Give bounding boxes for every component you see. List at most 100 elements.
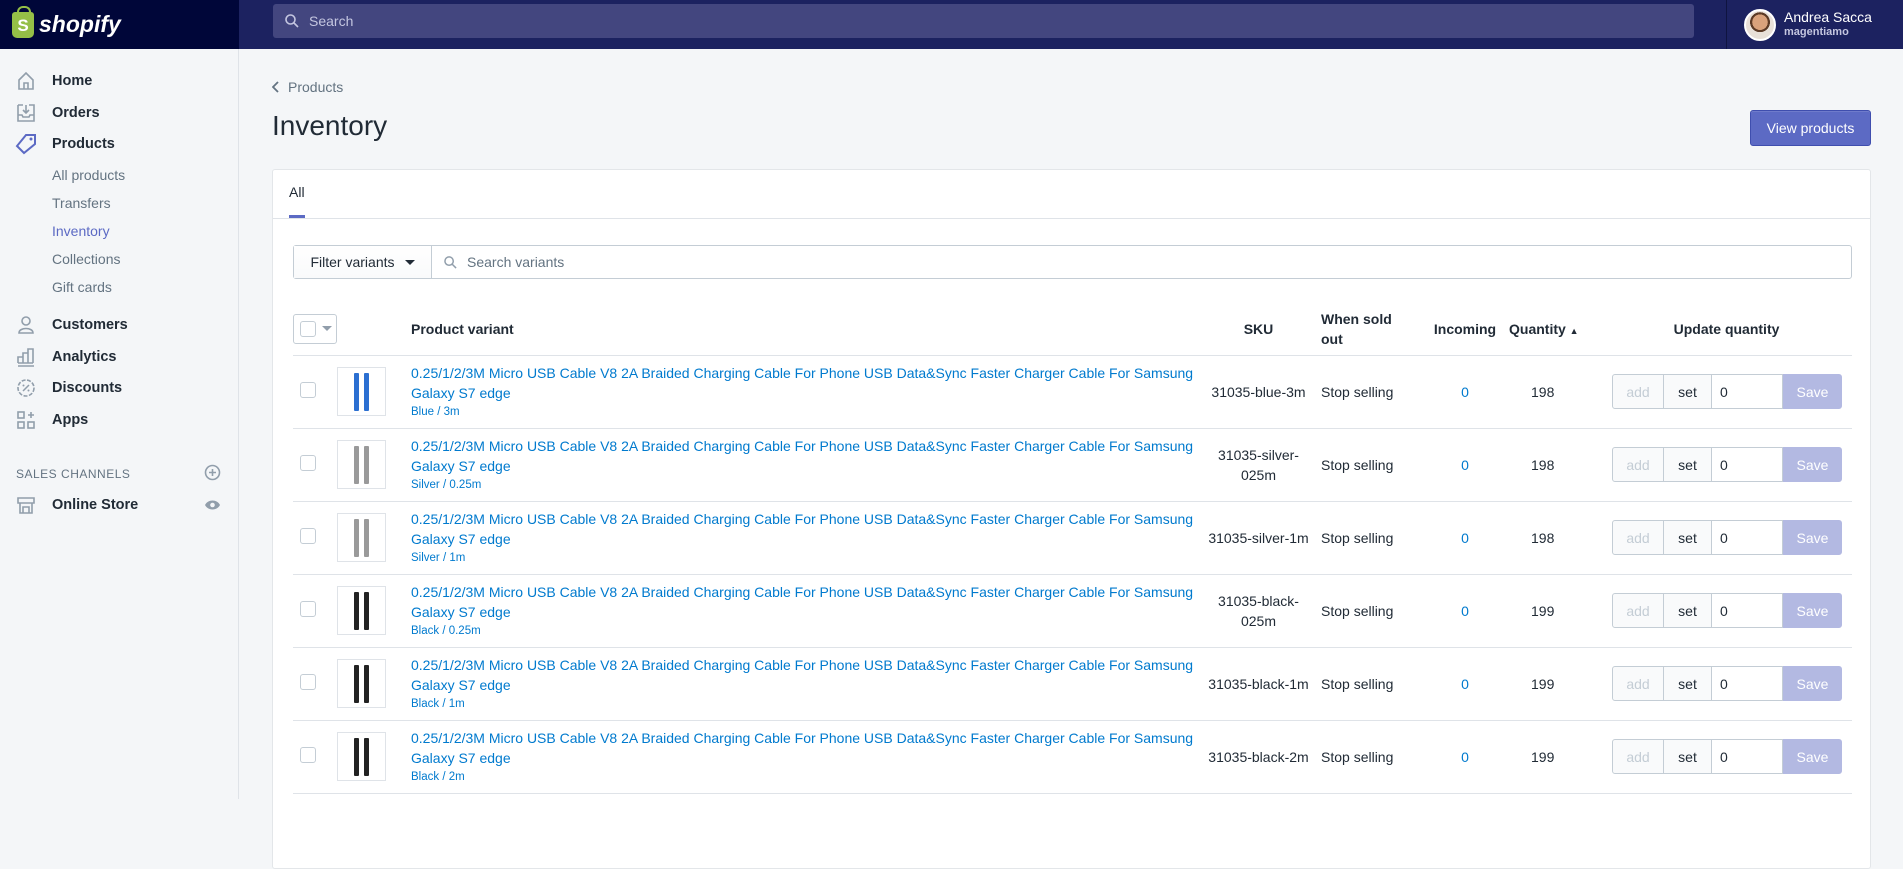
inventory-card: All Filter variants Search variants Prod… [272,169,1871,869]
product-link[interactable]: 0.25/1/2/3M Micro USB Cable V8 2A Braide… [411,509,1196,549]
product-link[interactable]: 0.25/1/2/3M Micro USB Cable V8 2A Braide… [411,728,1196,768]
customer-icon [15,314,37,336]
quantity: 199 [1509,720,1601,794]
chevron-left-icon [272,81,279,93]
quantity-input[interactable]: 0 [1712,447,1783,482]
set-button[interactable]: set [1664,739,1712,774]
add-button[interactable]: add [1612,520,1664,555]
header-when-sold-out: When sold out [1321,303,1421,356]
product-link[interactable]: 0.25/1/2/3M Micro USB Cable V8 2A Braide… [411,655,1196,695]
sidebar: Home Orders Products All products Transf… [0,49,239,799]
set-button[interactable]: set [1664,447,1712,482]
quantity-input[interactable]: 0 [1712,374,1783,409]
sidebar-sub-gift-cards[interactable]: Gift cards [52,279,112,295]
tab-divider [273,218,1870,219]
select-all-checkbox[interactable] [300,320,316,337]
nav-label: Analytics [52,349,117,365]
analytics-icon [15,346,37,368]
set-button[interactable]: set [1664,666,1712,701]
user-menu[interactable]: Andrea Sacca magentiamo [1726,0,1903,49]
table-row: 0.25/1/2/3M Micro USB Cable V8 2A Braide… [293,647,1852,721]
save-button[interactable]: Save [1783,447,1842,482]
filter-variants-button[interactable]: Filter variants [294,246,432,278]
row-checkbox[interactable] [300,382,316,398]
sidebar-sub-transfers[interactable]: Transfers [52,195,111,211]
update-quantity-control: add set 0 Save [1612,374,1852,409]
tag-icon [15,133,37,155]
add-button[interactable]: add [1612,593,1664,628]
view-products-button[interactable]: View products [1750,110,1871,146]
top-bar: S shopify Search Andrea Sacca magentiamo [0,0,1903,49]
sidebar-item-home[interactable]: Home [0,67,239,95]
apps-icon [15,409,37,431]
sidebar-item-orders[interactable]: Orders [0,99,239,127]
sidebar-sub-collections[interactable]: Collections [52,251,120,267]
product-link[interactable]: 0.25/1/2/3M Micro USB Cable V8 2A Braide… [411,436,1196,476]
orders-icon [15,102,37,124]
when-sold-out: Stop selling [1321,428,1421,502]
sidebar-item-apps[interactable]: Apps [0,406,239,434]
row-checkbox[interactable] [300,674,316,690]
bulk-select[interactable] [293,313,337,344]
shopify-logo[interactable]: S shopify [0,0,239,49]
quantity-input[interactable]: 0 [1712,666,1783,701]
product-link[interactable]: 0.25/1/2/3M Micro USB Cable V8 2A Braide… [411,582,1196,622]
row-checkbox[interactable] [300,455,316,471]
incoming-link[interactable]: 0 [1421,501,1509,575]
when-sold-out: Stop selling [1321,355,1421,429]
shopify-bag-icon: S [12,5,34,38]
eye-icon[interactable] [204,499,221,511]
quantity-input[interactable]: 0 [1712,739,1783,774]
set-button[interactable]: set [1664,374,1712,409]
home-icon [15,70,37,92]
product-thumbnail [337,659,386,708]
product-link[interactable]: 0.25/1/2/3M Micro USB Cable V8 2A Braide… [411,363,1196,403]
sidebar-item-customers[interactable]: Customers [0,311,239,339]
add-button[interactable]: add [1612,447,1664,482]
table-row: 0.25/1/2/3M Micro USB Cable V8 2A Braide… [293,574,1852,648]
row-checkbox[interactable] [300,601,316,617]
incoming-link[interactable]: 0 [1421,574,1509,648]
header-quantity[interactable]: Quantity ▲ [1509,303,1601,356]
row-checkbox[interactable] [300,528,316,544]
add-button[interactable]: add [1612,374,1664,409]
incoming-link[interactable]: 0 [1421,428,1509,502]
sidebar-item-products[interactable]: Products [0,130,239,158]
search-icon [444,255,457,269]
page-title: Inventory [272,110,388,141]
sidebar-item-discounts[interactable]: Discounts [0,374,239,402]
save-button[interactable]: Save [1783,739,1842,774]
add-channel-icon[interactable] [204,464,221,481]
sku: 31035-silver-1m [1196,501,1321,575]
tab-all[interactable]: All [289,184,305,200]
sales-channels-heading: SALES CHANNELS [16,467,131,481]
search-variants-input[interactable]: Search variants [432,246,564,278]
incoming-link[interactable]: 0 [1421,720,1509,794]
sidebar-sub-all-products[interactable]: All products [52,167,125,183]
global-search-input[interactable]: Search [273,4,1694,38]
save-button[interactable]: Save [1783,374,1842,409]
search-icon [285,14,299,28]
set-button[interactable]: set [1664,593,1712,628]
set-button[interactable]: set [1664,520,1712,555]
breadcrumb-products[interactable]: Products [272,79,343,95]
sidebar-sub-inventory[interactable]: Inventory [52,223,110,239]
sidebar-item-online-store[interactable]: Online Store [0,491,239,519]
quantity-input[interactable]: 0 [1712,593,1783,628]
sidebar-item-analytics[interactable]: Analytics [0,343,239,371]
save-button[interactable]: Save [1783,520,1842,555]
incoming-link[interactable]: 0 [1421,355,1509,429]
row-checkbox[interactable] [300,747,316,763]
incoming-link[interactable]: 0 [1421,647,1509,721]
nav-label: Products [52,136,115,152]
discount-icon [15,377,37,399]
variant-label: Silver / 1m [411,551,466,564]
add-button[interactable]: add [1612,739,1664,774]
quantity-input[interactable]: 0 [1712,520,1783,555]
add-button[interactable]: add [1612,666,1664,701]
product-thumbnail [337,732,386,781]
save-button[interactable]: Save [1783,593,1842,628]
save-button[interactable]: Save [1783,666,1842,701]
header-update-quantity: Update quantity [1601,303,1852,356]
update-quantity-control: add set 0 Save [1612,666,1852,701]
